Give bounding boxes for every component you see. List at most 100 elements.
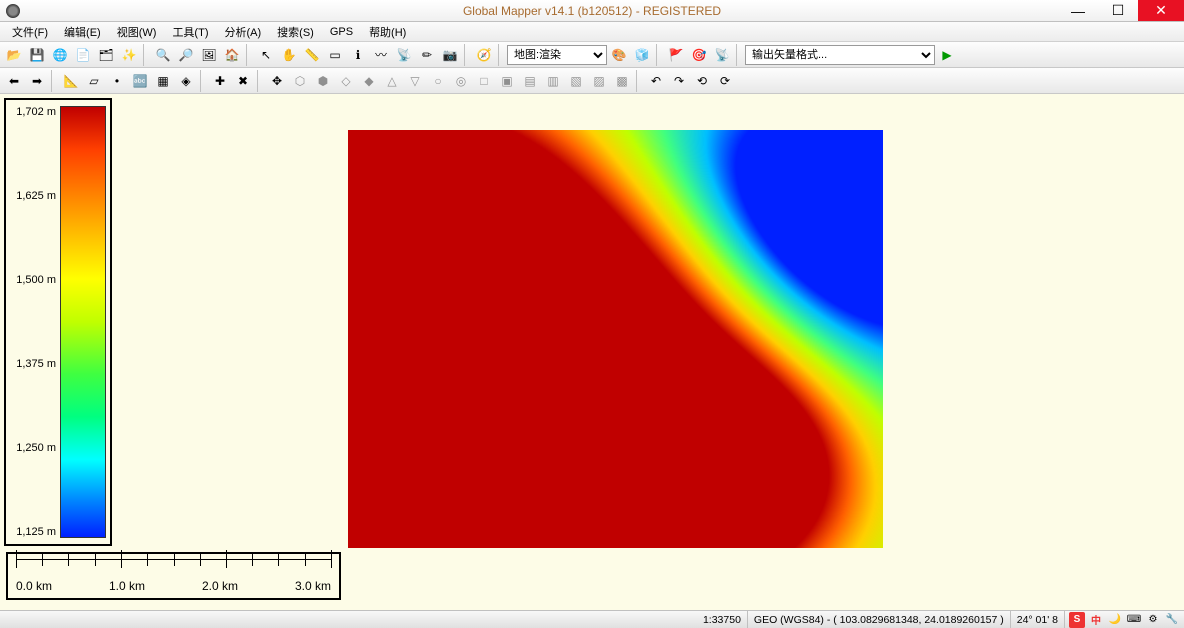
scale-label: 3.0 km bbox=[295, 579, 331, 593]
tool-b-icon[interactable]: ⬢ bbox=[312, 70, 334, 92]
wand-icon[interactable]: ✨ bbox=[118, 44, 140, 66]
tool-d-icon[interactable]: ◆ bbox=[358, 70, 380, 92]
area-icon[interactable]: ▭ bbox=[324, 44, 346, 66]
tool-h-icon[interactable]: ◎ bbox=[450, 70, 472, 92]
separator bbox=[736, 44, 742, 66]
tool-k-icon[interactable]: ▤ bbox=[519, 70, 541, 92]
tool-n-icon[interactable]: ▨ bbox=[588, 70, 610, 92]
scale-label: 2.0 km bbox=[202, 579, 238, 593]
zoom-extents-icon[interactable]: 🖼 bbox=[198, 44, 220, 66]
tool-a-icon[interactable]: ⬡ bbox=[289, 70, 311, 92]
app-icon bbox=[6, 4, 20, 18]
rotate2-icon[interactable]: ⟳ bbox=[714, 70, 736, 92]
toolbar-2: ⬅ ➡ 📐 ▱ • 🔤 ▦ ◈ ✚ ✖ ✥ ⬡ ⬢ ◇ ◆ △ ▽ ○ ◎ □ … bbox=[0, 68, 1184, 94]
cube-3d-icon[interactable]: 🧊 bbox=[631, 44, 653, 66]
minimize-button[interactable]: — bbox=[1058, 0, 1098, 21]
zoom-out-icon[interactable]: 🔎 bbox=[175, 44, 197, 66]
tool-o-icon[interactable]: ▩ bbox=[611, 70, 633, 92]
separator bbox=[656, 44, 662, 66]
legend-color-bar bbox=[60, 106, 106, 538]
camera-icon[interactable]: 📷 bbox=[439, 44, 461, 66]
menu-gps[interactable]: GPS bbox=[322, 24, 361, 40]
tool-tray-icon[interactable]: 🔧 bbox=[1164, 612, 1180, 628]
tool-j-icon[interactable]: ▣ bbox=[496, 70, 518, 92]
digitize-back-icon[interactable]: ⬅ bbox=[3, 70, 25, 92]
legend-labels: 1,702 m 1,625 m 1,500 m 1,375 m 1,250 m … bbox=[10, 106, 60, 538]
move-icon[interactable]: ✥ bbox=[266, 70, 288, 92]
menu-help[interactable]: 帮助(H) bbox=[361, 22, 414, 42]
rotate-icon[interactable]: ⟲ bbox=[691, 70, 713, 92]
edit-point-icon[interactable]: • bbox=[106, 70, 128, 92]
menu-analysis[interactable]: 分析(A) bbox=[216, 22, 269, 42]
vertex-add-icon[interactable]: ✚ bbox=[209, 70, 231, 92]
layers-icon[interactable]: 🗂 bbox=[95, 44, 117, 66]
legend-tick: 1,500 m bbox=[10, 274, 56, 286]
legend-tick: 1,250 m bbox=[10, 442, 56, 454]
globe-icon[interactable]: 🌐 bbox=[49, 44, 71, 66]
render-mode-select[interactable]: 地图:渲染 bbox=[507, 45, 607, 65]
play-icon[interactable]: ▶ bbox=[936, 44, 958, 66]
tool-c-icon[interactable]: ◇ bbox=[335, 70, 357, 92]
separator bbox=[257, 70, 263, 92]
separator bbox=[143, 44, 149, 66]
menu-tools[interactable]: 工具(T) bbox=[164, 22, 216, 42]
menu-view[interactable]: 视图(W) bbox=[109, 22, 165, 42]
radio-icon[interactable]: 📡 bbox=[393, 44, 415, 66]
toolbar-1: 📂 💾 🌐 📄 🗂 ✨ 🔍 🔎 🖼 🏠 ↖ ✋ 📏 ▭ ℹ 〰 📡 ✏ 📷 🧭 … bbox=[0, 42, 1184, 68]
save-icon[interactable]: 💾 bbox=[26, 44, 48, 66]
elevation-legend: 1,702 m 1,625 m 1,500 m 1,375 m 1,250 m … bbox=[4, 98, 112, 546]
pencil-icon[interactable]: ✏ bbox=[416, 44, 438, 66]
undo-icon[interactable]: ↶ bbox=[645, 70, 667, 92]
separator bbox=[498, 44, 504, 66]
zoom-in-icon[interactable]: 🔍 bbox=[152, 44, 174, 66]
redo-icon[interactable]: ↷ bbox=[668, 70, 690, 92]
edit-line-icon[interactable]: 📐 bbox=[60, 70, 82, 92]
sogou-ime-icon[interactable]: S bbox=[1069, 612, 1085, 628]
tool-m-icon[interactable]: ▧ bbox=[565, 70, 587, 92]
legend-tick: 1,375 m bbox=[10, 358, 56, 370]
home-icon[interactable]: 🏠 bbox=[221, 44, 243, 66]
flag-icon[interactable]: 🚩 bbox=[665, 44, 687, 66]
tool-g-icon[interactable]: ○ bbox=[427, 70, 449, 92]
menu-file[interactable]: 文件(F) bbox=[4, 22, 56, 42]
contour-icon[interactable]: 〰 bbox=[370, 44, 392, 66]
map-view[interactable] bbox=[348, 130, 883, 548]
info-icon[interactable]: ℹ bbox=[347, 44, 369, 66]
settings-icon[interactable]: ⚙ bbox=[1145, 612, 1161, 628]
tool-e-icon[interactable]: △ bbox=[381, 70, 403, 92]
tool-f-icon[interactable]: ▽ bbox=[404, 70, 426, 92]
document-icon[interactable]: 📄 bbox=[72, 44, 94, 66]
edit-area-icon[interactable]: ▱ bbox=[83, 70, 105, 92]
legend-tick: 1,702 m bbox=[10, 106, 56, 118]
close-button[interactable]: ✕ bbox=[1138, 0, 1184, 21]
palette-icon[interactable]: 🎨 bbox=[608, 44, 630, 66]
legend-tick: 1,625 m bbox=[10, 190, 56, 202]
pointer-icon[interactable]: ↖ bbox=[255, 44, 277, 66]
scale-ticks bbox=[16, 559, 331, 575]
scale-label: 0.0 km bbox=[16, 579, 52, 593]
ime-mode-icon[interactable]: 中 bbox=[1088, 612, 1104, 628]
mesh-icon[interactable]: ◈ bbox=[175, 70, 197, 92]
gps-icon[interactable]: 📡 bbox=[711, 44, 733, 66]
menu-search[interactable]: 搜索(S) bbox=[269, 22, 322, 42]
maximize-button[interactable]: ☐ bbox=[1098, 0, 1138, 21]
grid-icon[interactable]: ▦ bbox=[152, 70, 174, 92]
status-scale: 1:33750 bbox=[697, 611, 748, 628]
open-icon[interactable]: 📂 bbox=[3, 44, 25, 66]
target-icon[interactable]: 🎯 bbox=[688, 44, 710, 66]
export-format-select[interactable]: 输出矢量格式... bbox=[745, 45, 935, 65]
text-icon[interactable]: 🔤 bbox=[129, 70, 151, 92]
tool-l-icon[interactable]: ▥ bbox=[542, 70, 564, 92]
moon-icon[interactable]: 🌙 bbox=[1107, 612, 1123, 628]
workspace: 1,702 m 1,625 m 1,500 m 1,375 m 1,250 m … bbox=[0, 94, 1184, 610]
digitize-forward-icon[interactable]: ➡ bbox=[26, 70, 48, 92]
tool-i-icon[interactable]: □ bbox=[473, 70, 495, 92]
legend-tick: 1,125 m bbox=[10, 526, 56, 538]
separator bbox=[51, 70, 57, 92]
keyboard-icon[interactable]: ⌨ bbox=[1126, 612, 1142, 628]
measure-icon[interactable]: 📏 bbox=[301, 44, 323, 66]
compass-icon[interactable]: 🧭 bbox=[473, 44, 495, 66]
vertex-del-icon[interactable]: ✖ bbox=[232, 70, 254, 92]
menu-edit[interactable]: 编辑(E) bbox=[56, 22, 109, 42]
pan-icon[interactable]: ✋ bbox=[278, 44, 300, 66]
